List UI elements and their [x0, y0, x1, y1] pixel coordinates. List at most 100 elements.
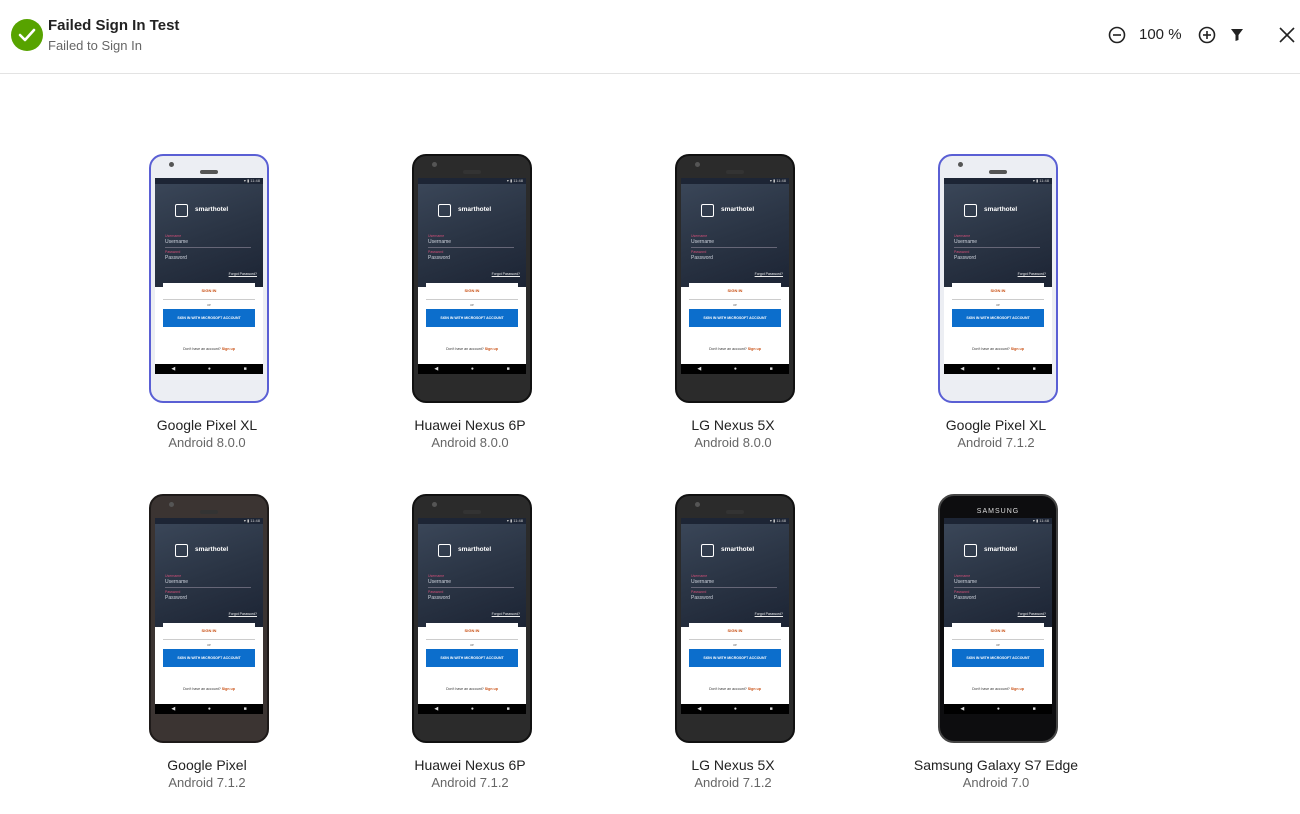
back-icon: ◀ — [960, 706, 965, 712]
sign-up-link: Sign up — [221, 347, 235, 351]
device-card[interactable]: ▾ ▮ 11:48 smarthotel Username Username P… — [881, 154, 1111, 464]
smarthotel-logo-icon — [438, 544, 451, 557]
sign-in-button: SIGN IN — [952, 623, 1044, 640]
device-grid: ▾ ▮ 11:48 smarthotel Username Username P… — [0, 74, 1300, 814]
username-hint: Username — [691, 574, 708, 578]
smarthotel-logo-icon — [438, 204, 451, 217]
username-field: Username — [954, 239, 978, 245]
device-frame: ▾ ▮ 11:48 smarthotel Username Username P… — [149, 154, 269, 403]
device-frame: ▾ ▮ 11:48 smarthotel Username Username P… — [938, 154, 1058, 403]
smarthotel-logo-icon — [701, 544, 714, 557]
username-hint: Username — [165, 234, 182, 238]
signup-prompt: Don't have an account? Sign up — [944, 347, 1052, 351]
android-nav-bar: ◀ ● ■ — [944, 704, 1052, 714]
forgot-password-link: Forgot Password? — [228, 612, 257, 616]
back-icon: ◀ — [697, 366, 702, 372]
device-os-version: Android 8.0.0 — [694, 435, 772, 450]
signup-prompt: Don't have an account? Sign up — [418, 687, 526, 691]
device-screenshot: ▾ ▮ 11:48 smarthotel Username Username P… — [681, 178, 789, 374]
username-hint: Username — [165, 574, 182, 578]
recents-icon: ■ — [1032, 366, 1036, 372]
no-account-text: Don't have an account? — [183, 347, 221, 351]
or-separator: or — [996, 642, 1000, 647]
speaker — [989, 170, 1007, 174]
checkmark-circle-icon — [11, 19, 43, 51]
or-separator: or — [470, 302, 474, 307]
test-subtitle: Failed to Sign In — [48, 38, 142, 53]
android-nav-bar: ◀ ● ■ — [155, 704, 263, 714]
divider — [165, 587, 251, 588]
device-screenshot: ▾ ▮ 11:48 smarthotel Username Username P… — [418, 518, 526, 714]
or-separator: or — [733, 302, 737, 307]
app-hero: smarthotel Username Username Password Pa… — [681, 184, 789, 287]
app-hero: smarthotel Username Username Password Pa… — [155, 524, 263, 627]
divider — [954, 247, 1040, 248]
device-os-version: Android 7.0 — [962, 775, 1030, 790]
no-account-text: Don't have an account? — [972, 687, 1010, 691]
username-field: Username — [165, 239, 189, 245]
device-name: Huawei Nexus 6P — [414, 417, 526, 433]
device-card[interactable]: ▾ ▮ 11:48 smarthotel Username Username P… — [618, 154, 848, 464]
microsoft-sign-in-button: SIGN IN WITH MICROSOFT ACCOUNT — [689, 309, 781, 327]
device-card[interactable]: ▾ ▮ 11:48 smarthotel Username Username P… — [618, 494, 848, 804]
back-icon: ◀ — [697, 706, 702, 712]
signup-prompt: Don't have an account? Sign up — [155, 347, 263, 351]
device-name: LG Nexus 5X — [691, 417, 775, 433]
recents-icon: ■ — [506, 366, 510, 372]
microsoft-sign-in-button: SIGN IN WITH MICROSOFT ACCOUNT — [952, 309, 1044, 327]
password-field: Password — [954, 255, 976, 261]
password-hint: Password — [691, 590, 707, 594]
speaker — [200, 510, 218, 514]
device-name: Google Pixel XL — [156, 417, 258, 433]
device-card[interactable]: ▾ ▮ 11:48 smarthotel Username Username P… — [92, 494, 322, 804]
camera — [432, 162, 437, 167]
device-os-version: Android 8.0.0 — [431, 435, 509, 450]
device-card[interactable]: SAMSUNG ▾ ▮ 11:48 smarthotel Username Us… — [881, 494, 1111, 804]
device-frame: ▾ ▮ 11:48 smarthotel Username Username P… — [412, 494, 532, 743]
home-icon: ● — [470, 366, 474, 372]
forgot-password-link: Forgot Password? — [491, 272, 520, 276]
microsoft-sign-in-button: SIGN IN WITH MICROSOFT ACCOUNT — [163, 309, 255, 327]
device-screenshot: ▾ ▮ 11:48 smarthotel Username Username P… — [155, 518, 263, 714]
sign-up-link: Sign up — [1010, 347, 1024, 351]
header-bar: Failed Sign In Test Failed to Sign In 10… — [0, 0, 1300, 74]
signup-prompt: Don't have an account? Sign up — [681, 347, 789, 351]
filter-icon[interactable] — [1226, 24, 1248, 46]
back-icon: ◀ — [960, 366, 965, 372]
device-card[interactable]: ▾ ▮ 11:48 smarthotel Username Username P… — [355, 494, 585, 804]
or-separator: or — [470, 642, 474, 647]
device-frame: ▾ ▮ 11:48 smarthotel Username Username P… — [149, 494, 269, 743]
or-separator: or — [207, 302, 211, 307]
device-brand: SAMSUNG — [976, 508, 1020, 515]
zoom-out-icon[interactable] — [1106, 24, 1128, 46]
device-name: Google Pixel — [167, 757, 247, 773]
password-field: Password — [691, 595, 713, 601]
microsoft-sign-in-button: SIGN IN WITH MICROSOFT ACCOUNT — [163, 649, 255, 667]
password-field: Password — [691, 255, 713, 261]
device-card[interactable]: ▾ ▮ 11:48 smarthotel Username Username P… — [355, 154, 585, 464]
forgot-password-link: Forgot Password? — [1017, 612, 1046, 616]
password-field: Password — [428, 255, 450, 261]
device-name: Google Pixel XL — [945, 417, 1047, 433]
username-hint: Username — [954, 574, 971, 578]
forgot-password-link: Forgot Password? — [491, 612, 520, 616]
app-hero: smarthotel Username Username Password Pa… — [944, 184, 1052, 287]
username-field: Username — [691, 239, 715, 245]
signup-prompt: Don't have an account? Sign up — [155, 687, 263, 691]
zoom-in-icon[interactable] — [1196, 24, 1218, 46]
device-frame: ▾ ▮ 11:48 smarthotel Username Username P… — [675, 154, 795, 403]
home-icon: ● — [207, 366, 211, 372]
app-logo-text: smarthotel — [195, 546, 229, 553]
device-screenshot: ▾ ▮ 11:48 smarthotel Username Username P… — [944, 518, 1052, 714]
microsoft-sign-in-button: SIGN IN WITH MICROSOFT ACCOUNT — [426, 309, 518, 327]
recents-icon: ■ — [243, 366, 247, 372]
recents-icon: ■ — [769, 366, 773, 372]
password-field: Password — [165, 595, 187, 601]
sign-up-link: Sign up — [747, 347, 761, 351]
forgot-password-link: Forgot Password? — [754, 272, 783, 276]
home-icon: ● — [470, 706, 474, 712]
username-field: Username — [691, 579, 715, 585]
device-card[interactable]: ▾ ▮ 11:48 smarthotel Username Username P… — [92, 154, 322, 464]
divider — [428, 587, 514, 588]
close-icon[interactable] — [1276, 24, 1298, 46]
